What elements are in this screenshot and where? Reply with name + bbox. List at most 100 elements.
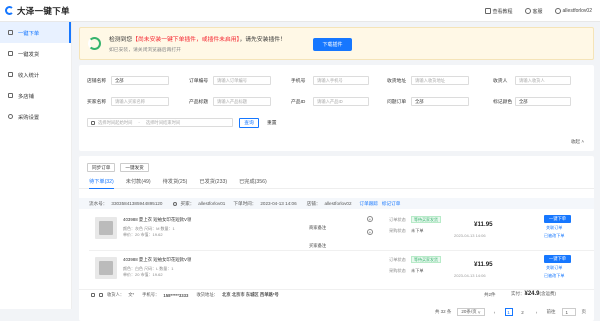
collapse-toggle[interactable]: 收起 ˄	[571, 139, 584, 145]
order-status-label: 订单状态	[389, 257, 406, 262]
filter-row: 店铺名称 全部 订单编号 请输入订单编号 手机号 请输入手机号 收货地址 请输入收货地址…	[87, 70, 586, 91]
sidebar-item-label: 收入统计	[18, 72, 40, 79]
order-list-panel: 同步订单 一键发货 待下单(32) 未付款(49) 待发货(25) 已发货(23…	[79, 156, 594, 321]
bulk-ship-button[interactable]: 一键发货	[120, 163, 149, 172]
total-quantity: 共2件	[484, 292, 496, 297]
search-button[interactable]: 查询	[239, 117, 259, 128]
page-1[interactable]: 1	[504, 308, 513, 316]
order-time-label: 下单时间：	[233, 200, 257, 206]
track-order-link[interactable]: 订单跟踪	[360, 201, 378, 207]
manual-order-link[interactable]: 已被改下单	[544, 273, 564, 279]
sidebar-item-label: 采购设置	[18, 114, 40, 121]
main-content: 检测到您【尚未安装一键下单插件，或插件未启用】，请先安装插件！ 如已安装，请关闭…	[79, 27, 594, 321]
one-click-order-button[interactable]: 一键下单	[544, 215, 571, 223]
purchase-status: 未下单	[411, 268, 424, 273]
download-plugin-button[interactable]: 下载插件	[313, 38, 352, 51]
sync-orders-button[interactable]: 同步订单	[87, 163, 116, 172]
sidebar-item-label: 一键发货	[18, 51, 40, 58]
goto-label: 前往	[546, 309, 556, 314]
next-page-button[interactable]: ›	[533, 308, 541, 316]
help-link[interactable]: 查看教程	[484, 8, 513, 15]
copy-icon[interactable]	[99, 293, 103, 297]
tab-completed[interactable]: 已完成(356)	[239, 178, 267, 189]
product-thumbnail[interactable]	[95, 217, 117, 239]
filter-label: 产品ID	[291, 100, 306, 105]
edit-icon[interactable]	[91, 293, 95, 297]
sidebar-item-one-click-ship[interactable]: 一键发货	[0, 43, 71, 64]
tab-shipped[interactable]: 已发货(233)	[199, 178, 227, 189]
filter-label: 手机号	[291, 79, 306, 84]
order-no-label: 流水号：	[89, 200, 108, 206]
problem-order-select[interactable]: 全部	[411, 97, 469, 106]
product-id-input[interactable]: 请输入产品ID	[313, 97, 369, 106]
prev-page-button[interactable]: ‹	[491, 308, 499, 316]
address-input[interactable]: 请输入收货地址	[411, 76, 469, 85]
product-thumbnail[interactable]	[95, 257, 117, 279]
notice-suffix: ，请先安装插件！	[239, 37, 286, 43]
status-tabs: 待下单(32) 未付款(49) 待发货(25) 已发货(233) 已完成(356…	[79, 172, 594, 189]
total-label: 实付：	[511, 291, 525, 296]
reset-button[interactable]: 重置	[267, 119, 277, 126]
page-size-select[interactable]: 20条/页 ˅	[457, 308, 485, 316]
page-size: 20条/页	[461, 309, 477, 314]
app-logo[interactable]: 大泽一键下单	[5, 5, 70, 17]
order-no-input[interactable]: 请输入订单编号	[213, 76, 271, 85]
shop-label: 店铺：	[306, 200, 321, 206]
user-menu[interactable]: allestforlov02	[554, 8, 592, 14]
tab-to-ship[interactable]: 待发货(25)	[163, 178, 188, 189]
buyer-input[interactable]: 请输入买家名称	[111, 97, 169, 106]
tab-pending[interactable]: 待下单(32)	[89, 178, 114, 189]
manual-order-link[interactable]: 已被改下单	[544, 233, 564, 239]
notice-subtitle: 如已安装，请关闭浏览器后再打开	[109, 48, 181, 53]
book-icon	[484, 8, 491, 14]
goto-page-input[interactable]: 1	[561, 308, 576, 316]
service-label: 客服	[532, 8, 543, 15]
product-attributes: 颜色：灰色 尺码：M 数量：1 单价：20 市值：19.62	[123, 226, 175, 238]
sidebar-item-multi-shop[interactable]: 多店铺	[0, 85, 71, 106]
product-name: 403988 夏上衣 短袖女印花短款V领	[123, 217, 192, 222]
link-order-link[interactable]: 关联订单	[546, 225, 562, 231]
purchase-status: 未下单	[411, 228, 424, 233]
truck-icon	[8, 51, 13, 56]
shop-select[interactable]: 全部	[111, 76, 169, 85]
filter-panel: 店铺名称 全部 订单编号 请输入订单编号 手机号 请输入手机号 收货地址 请输入收货地址…	[79, 65, 594, 151]
page-2[interactable]: 2	[519, 308, 527, 316]
notice-highlight: 【尚未安装一键下单插件，或插件未启用】	[132, 37, 240, 43]
price: ¥11.95	[474, 221, 493, 228]
product-attributes: 颜色：白色 尺码：L 数量：1 单价：20 市值：19.62	[123, 266, 174, 278]
tshirt-image	[99, 261, 113, 275]
plugin-icon	[88, 37, 101, 50]
phone-label: 手机号：	[142, 292, 160, 297]
pay-date: 2023-04-13 14:06	[454, 273, 486, 278]
avatar-icon	[554, 8, 561, 14]
plugin-notice: 检测到您【尚未安装一键下单插件，或插件未启用】，请先安装插件！ 如已安装，请关闭…	[79, 27, 594, 60]
copy-icon[interactable]	[172, 201, 177, 206]
filter-row: 选择时间起始时间 - 选择时间结束时间 查询 重置	[87, 112, 586, 133]
total-count: 共 32 条	[434, 309, 452, 314]
receiver-input[interactable]: 请输入收货人	[515, 76, 571, 85]
order-item-row: 403988 夏上衣 短袖女印花短款V领 颜色：灰色 尺码：M 数量：1 单价：2…	[89, 211, 594, 245]
total-amount: 实付：¥24.9(含运费)	[511, 291, 556, 297]
sidebar-item-income[interactable]: 收入统计	[0, 64, 71, 85]
phone-input[interactable]: 请输入手机号	[313, 76, 369, 85]
plus-icon[interactable]: +	[367, 229, 373, 235]
one-click-order-button[interactable]: 一键下单	[544, 255, 571, 263]
order-item-row: 403988 夏上衣 短袖女印花短款V领 颜色：白色 尺码：L 数量：1 单价：2…	[89, 243, 594, 284]
sidebar-item-purchase-settings[interactable]: 采购设置	[0, 106, 71, 127]
plus-icon[interactable]: +	[367, 216, 373, 222]
service-link[interactable]: 客服	[524, 8, 543, 15]
buyer-note: 买家备注	[309, 243, 327, 248]
order-time: 2023-04-13 14:06	[260, 201, 297, 206]
order-header: 流水号： 33035841385944895120 买家： allestforlov…	[79, 198, 594, 209]
status-badge: 等待买家发货	[411, 256, 441, 263]
link-order-link[interactable]: 关联订单	[546, 265, 562, 271]
product-title-input[interactable]: 请输入产品标题	[213, 97, 271, 106]
sidebar-item-label: 一键下单	[18, 30, 40, 37]
sidebar-item-one-click-order[interactable]: 一键下单	[0, 22, 71, 43]
mark-order-link[interactable]: 标记订单	[382, 201, 400, 207]
date-range-picker[interactable]: 选择时间起始时间 - 选择时间结束时间	[87, 118, 233, 127]
filter-label: 标记颜色	[493, 100, 513, 105]
filter-label: 买家名称	[87, 100, 107, 105]
mark-color-select[interactable]: 全部	[515, 97, 571, 106]
tab-unpaid[interactable]: 未付款(49)	[126, 178, 151, 189]
